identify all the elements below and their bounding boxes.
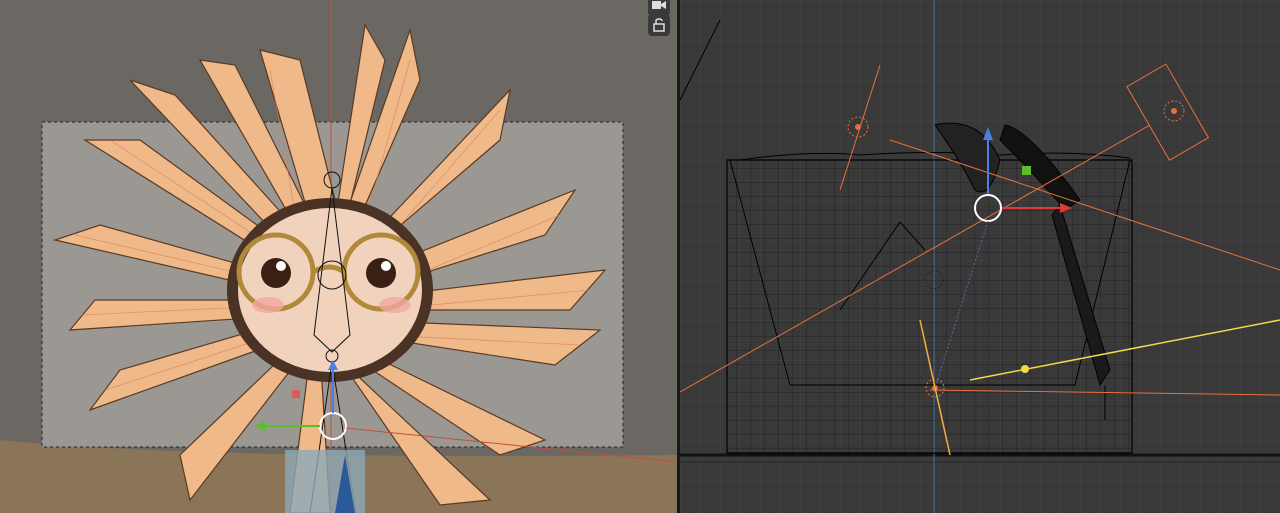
blender-window (0, 0, 1280, 513)
camera-viewport[interactable] (0, 0, 677, 513)
face (238, 208, 422, 372)
right-eye (366, 258, 396, 288)
left-cheek (252, 297, 284, 313)
camera-canvas[interactable] (0, 0, 677, 513)
right-cheek (379, 297, 411, 313)
wireframe-viewport[interactable] (680, 0, 1280, 513)
left-eye (261, 258, 291, 288)
wireframe-canvas[interactable] (680, 0, 1280, 513)
lock-icon[interactable] (648, 14, 670, 36)
